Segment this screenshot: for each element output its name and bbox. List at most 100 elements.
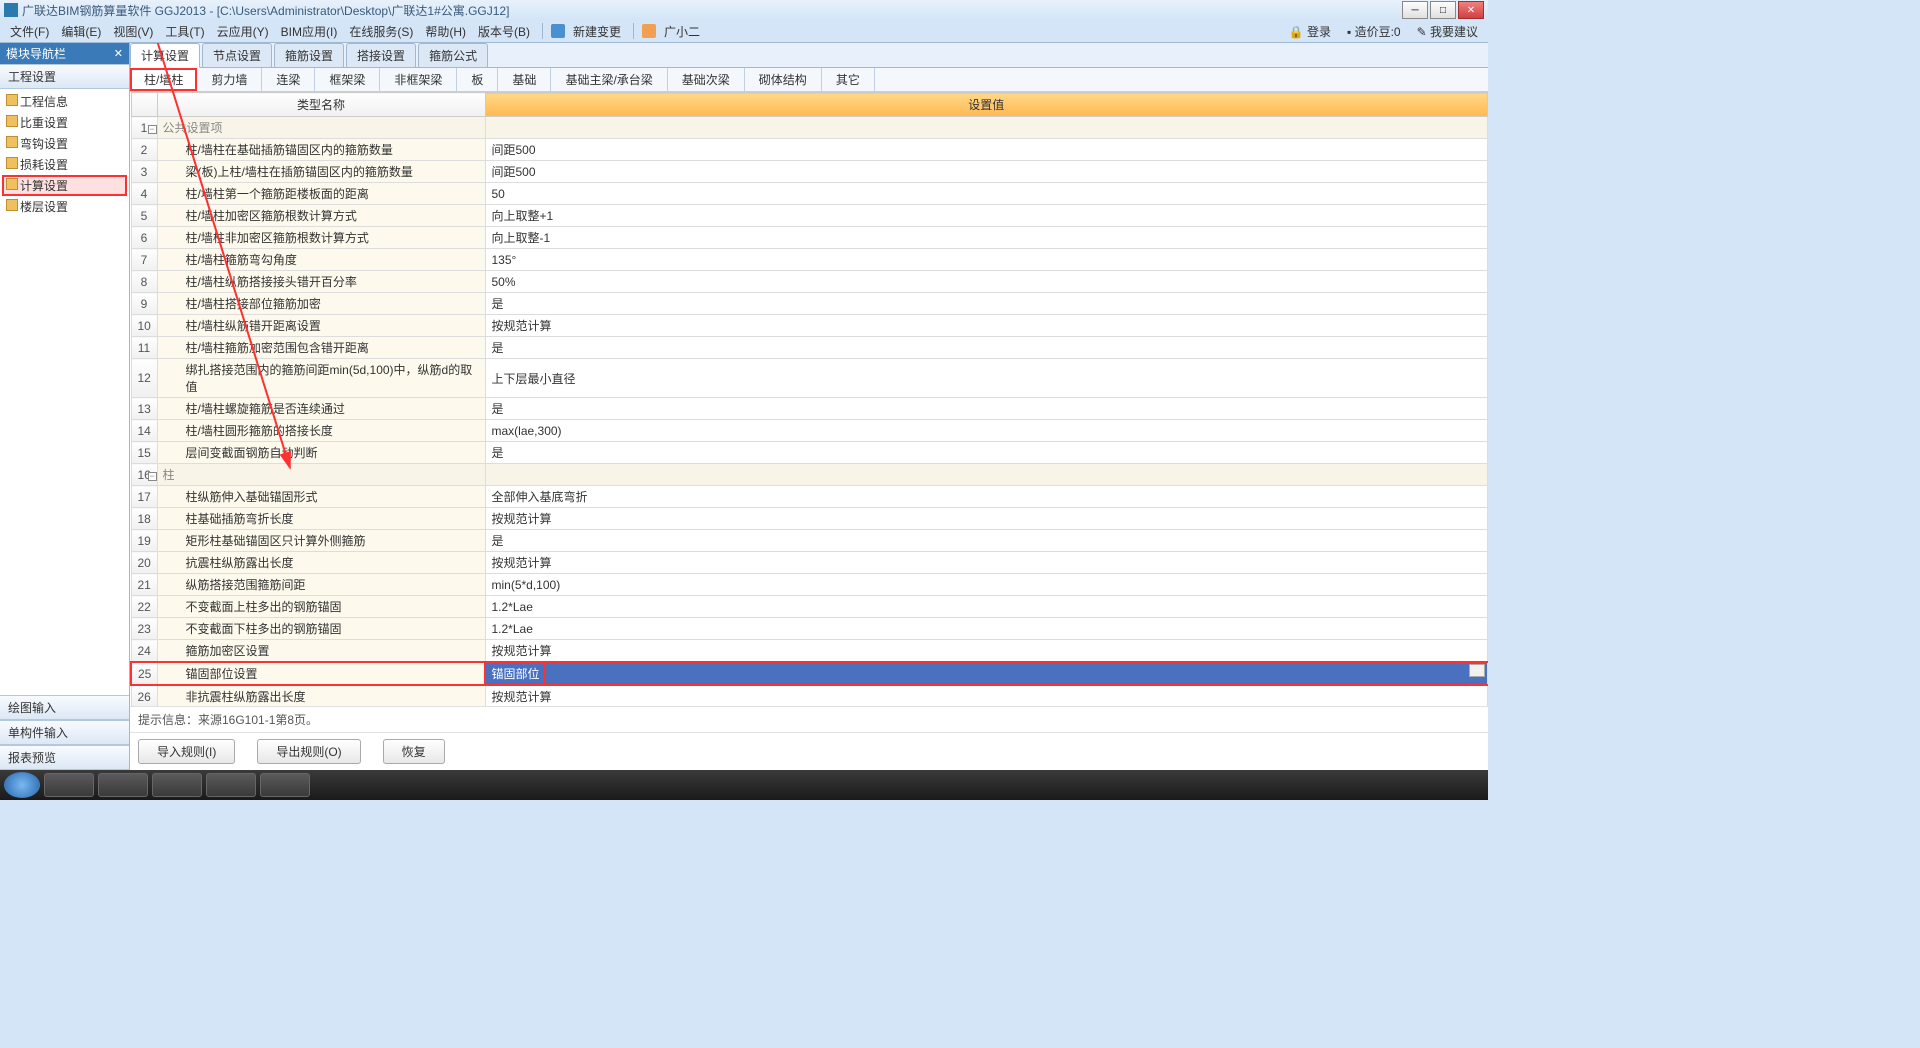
setting-value[interactable]: 向上取整-1 <box>485 227 1488 249</box>
table-row[interactable]: 25锚固部位设置锚固部位⋯ <box>131 662 1488 685</box>
nav-item[interactable]: 楼层设置 <box>2 196 127 217</box>
nav-item[interactable]: 比重设置 <box>2 112 127 133</box>
menu-file[interactable]: 文件(F) <box>6 21 53 42</box>
setting-value[interactable]: 是 <box>485 398 1488 420</box>
setting-value[interactable]: 50% <box>485 271 1488 293</box>
nav-item[interactable]: 弯钩设置 <box>2 133 127 154</box>
table-row[interactable]: 9柱/墙柱搭接部位箍筋加密是 <box>131 293 1488 315</box>
setting-value[interactable]: 按规范计算 <box>485 508 1488 530</box>
setting-value[interactable]: 间距500 <box>485 139 1488 161</box>
subtab[interactable]: 框架梁 <box>315 68 380 91</box>
tab[interactable]: 计算设置 <box>130 43 200 68</box>
table-row[interactable]: 3梁(板)上柱/墙柱在插筋锚固区内的箍筋数量间距500 <box>131 161 1488 183</box>
settings-table-wrapper[interactable]: 类型名称 设置值 1−公共设置项2柱/墙柱在基础插筋锚固区内的箍筋数量间距500… <box>130 92 1488 706</box>
table-row[interactable]: 11柱/墙柱箍筋加密范围包含错开距离是 <box>131 337 1488 359</box>
accordion-report[interactable]: 报表预览 <box>0 745 129 770</box>
tab[interactable]: 箍筋设置 <box>274 43 344 67</box>
suggest-button[interactable]: ✎ 我要建议 <box>1413 21 1482 42</box>
table-row[interactable]: 6柱/墙柱非加密区箍筋根数计算方式向上取整-1 <box>131 227 1488 249</box>
subtab[interactable]: 柱/墙柱 <box>130 68 197 91</box>
table-row[interactable]: 26非抗震柱纵筋露出长度按规范计算 <box>131 685 1488 706</box>
login-button[interactable]: 🔒 登录 <box>1285 21 1335 42</box>
setting-value[interactable]: 间距500 <box>485 161 1488 183</box>
accordion-draw-input[interactable]: 绘图输入 <box>0 695 129 720</box>
tab[interactable]: 搭接设置 <box>346 43 416 67</box>
table-row[interactable]: 16−柱 <box>131 464 1488 486</box>
nav-close-icon[interactable]: ✕ <box>114 47 123 60</box>
setting-value[interactable]: 1.2*Lae <box>485 596 1488 618</box>
collapse-icon[interactable]: − <box>148 125 157 134</box>
table-row[interactable]: 5柱/墙柱加密区箍筋根数计算方式向上取整+1 <box>131 205 1488 227</box>
maximize-button[interactable]: □ <box>1430 1 1456 19</box>
setting-value[interactable]: 135° <box>485 249 1488 271</box>
accordion-single-input[interactable]: 单构件输入 <box>0 720 129 745</box>
subtab[interactable]: 基础 <box>498 68 551 91</box>
tab[interactable]: 节点设置 <box>202 43 272 67</box>
table-row[interactable]: 10柱/墙柱纵筋错开距离设置按规范计算 <box>131 315 1488 337</box>
task-item[interactable] <box>260 773 310 797</box>
table-row[interactable]: 2柱/墙柱在基础插筋锚固区内的箍筋数量间距500 <box>131 139 1488 161</box>
menu-edit[interactable]: 编辑(E) <box>57 21 105 42</box>
menu-bim[interactable]: BIM应用(I) <box>277 21 342 42</box>
setting-value[interactable]: 锚固部位⋯ <box>485 662 1488 685</box>
minimize-button[interactable]: ─ <box>1402 1 1428 19</box>
setting-value[interactable]: 是 <box>485 337 1488 359</box>
subtab[interactable]: 剪力墙 <box>197 68 262 91</box>
table-row[interactable]: 20抗震柱纵筋露出长度按规范计算 <box>131 552 1488 574</box>
task-item[interactable] <box>44 773 94 797</box>
setting-value[interactable]: max(lae,300) <box>485 420 1488 442</box>
table-row[interactable]: 4柱/墙柱第一个箍筋距楼板面的距离50 <box>131 183 1488 205</box>
ellipsis-button[interactable]: ⋯ <box>1469 664 1485 677</box>
setting-value[interactable]: 按规范计算 <box>485 315 1488 337</box>
gxe-button[interactable]: 广小二 <box>660 21 704 42</box>
table-row[interactable]: 22不变截面上柱多出的钢筋锚固1.2*Lae <box>131 596 1488 618</box>
export-rule-button[interactable]: 导出规则(O) <box>257 739 360 764</box>
subtab[interactable]: 基础主梁/承台梁 <box>551 68 667 91</box>
nav-item[interactable]: 工程信息 <box>2 91 127 112</box>
table-row[interactable]: 1−公共设置项 <box>131 117 1488 139</box>
menu-view[interactable]: 视图(V) <box>109 21 157 42</box>
close-button[interactable]: ✕ <box>1458 1 1484 19</box>
setting-value[interactable]: 按规范计算 <box>485 640 1488 663</box>
price-label[interactable]: ▪ 造价豆:0 <box>1343 21 1405 42</box>
setting-value[interactable]: 是 <box>485 530 1488 552</box>
subtab[interactable]: 非框架梁 <box>380 68 457 91</box>
table-row[interactable]: 17柱纵筋伸入基础锚固形式全部伸入基底弯折 <box>131 486 1488 508</box>
menu-tools[interactable]: 工具(T) <box>161 21 208 42</box>
setting-value[interactable]: 按规范计算 <box>485 552 1488 574</box>
table-row[interactable]: 19矩形柱基础锚固区只计算外侧箍筋是 <box>131 530 1488 552</box>
subtab[interactable]: 板 <box>457 68 498 91</box>
setting-value[interactable]: 是 <box>485 442 1488 464</box>
table-row[interactable]: 15层间变截面钢筋自动判断是 <box>131 442 1488 464</box>
subtab[interactable]: 基础次梁 <box>668 68 745 91</box>
setting-value[interactable]: 向上取整+1 <box>485 205 1488 227</box>
menu-help[interactable]: 帮助(H) <box>421 21 470 42</box>
setting-value[interactable]: 全部伸入基底弯折 <box>485 486 1488 508</box>
subtab[interactable]: 连梁 <box>262 68 315 91</box>
task-item[interactable] <box>206 773 256 797</box>
nav-item[interactable]: 损耗设置 <box>2 154 127 175</box>
setting-value[interactable]: 上下层最小直径 <box>485 359 1488 398</box>
setting-value[interactable]: 是 <box>485 293 1488 315</box>
setting-value[interactable]: 50 <box>485 183 1488 205</box>
accordion-project-settings[interactable]: 工程设置 <box>0 64 129 89</box>
new-change-button[interactable]: 新建变更 <box>569 21 625 42</box>
table-row[interactable]: 8柱/墙柱纵筋搭接接头错开百分率50% <box>131 271 1488 293</box>
menu-version[interactable]: 版本号(B) <box>474 21 534 42</box>
table-row[interactable]: 12绑扎搭接范围内的箍筋间距min(5d,100)中，纵筋d的取值上下层最小直径 <box>131 359 1488 398</box>
start-button[interactable] <box>4 772 40 798</box>
setting-value[interactable]: min(5*d,100) <box>485 574 1488 596</box>
table-row[interactable]: 13柱/墙柱螺旋箍筋是否连续通过是 <box>131 398 1488 420</box>
subtab[interactable]: 其它 <box>822 68 875 91</box>
restore-button[interactable]: 恢复 <box>383 739 445 764</box>
table-row[interactable]: 18柱基础插筋弯折长度按规范计算 <box>131 508 1488 530</box>
setting-value[interactable]: 按规范计算 <box>485 685 1488 706</box>
table-row[interactable]: 21纵筋搭接范围箍筋间距min(5*d,100) <box>131 574 1488 596</box>
table-row[interactable]: 24箍筋加密区设置按规范计算 <box>131 640 1488 663</box>
table-row[interactable]: 23不变截面下柱多出的钢筋锚固1.2*Lae <box>131 618 1488 640</box>
menu-online[interactable]: 在线服务(S) <box>345 21 417 42</box>
task-item[interactable] <box>152 773 202 797</box>
table-row[interactable]: 14柱/墙柱圆形箍筋的搭接长度max(lae,300) <box>131 420 1488 442</box>
collapse-icon[interactable]: − <box>148 472 157 481</box>
setting-value[interactable] <box>485 117 1488 139</box>
